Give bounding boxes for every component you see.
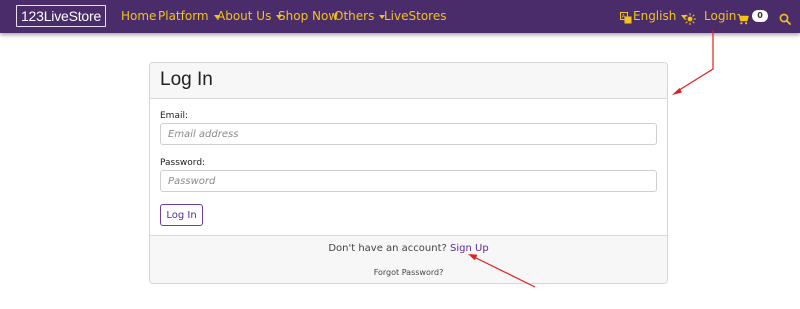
login-card: Log In Email: Password: Log In Don't hav… (149, 62, 668, 284)
cart-count-badge: 0 (752, 10, 768, 22)
nav-about-us-label: About Us (217, 9, 272, 23)
brand-logo[interactable]: 123LiveStore (16, 5, 106, 27)
nav-others-label: Others (334, 9, 375, 23)
top-navbar: 123LiveStore Home Platform About Us Shop… (0, 0, 800, 33)
login-card-footer: Don't have an account? Sign Up Forgot Pa… (150, 235, 667, 283)
login-link[interactable]: Login (704, 9, 736, 24)
nav-home-label: Home (121, 9, 157, 23)
svg-text:A: A (622, 14, 626, 20)
translate-icon: A (620, 9, 632, 28)
signup-prompt-text: Don't have an account? (328, 243, 447, 254)
nav-others[interactable]: Others (334, 9, 386, 24)
login-submit-button[interactable]: Log In (160, 204, 203, 226)
password-label: Password: (160, 158, 206, 168)
nav-shop-now-label: Shop Now (278, 9, 339, 23)
forgot-password-link[interactable]: Forgot Password? (374, 268, 444, 277)
arrow-login-to-card (672, 30, 714, 95)
language-label: English (633, 9, 677, 23)
forgot-password-line: Forgot Password? (150, 267, 667, 279)
email-label: Email: (160, 111, 189, 121)
password-field[interactable] (160, 170, 657, 192)
page-title: Log In (160, 69, 213, 90)
nav-livestores-label: LiveStores (384, 9, 447, 23)
signup-link[interactable]: Sign Up (450, 243, 489, 254)
nav-shop-now[interactable]: Shop Now (278, 9, 338, 24)
nav-home[interactable]: Home (121, 9, 156, 24)
search-icon[interactable] (779, 10, 791, 29)
login-label: Login (704, 9, 737, 23)
login-card-header: Log In (150, 63, 667, 99)
nav-livestores[interactable]: LiveStores (384, 9, 446, 24)
nav-about-us[interactable]: About Us (217, 9, 283, 24)
cart-icon[interactable] (737, 10, 749, 29)
sun-icon[interactable] (683, 10, 697, 29)
nav-platform[interactable]: Platform (158, 9, 220, 24)
email-field[interactable] (160, 123, 657, 145)
language-selector[interactable]: English (633, 9, 688, 24)
nav-platform-label: Platform (158, 9, 209, 23)
signup-prompt-line: Don't have an account? Sign Up (150, 242, 667, 256)
